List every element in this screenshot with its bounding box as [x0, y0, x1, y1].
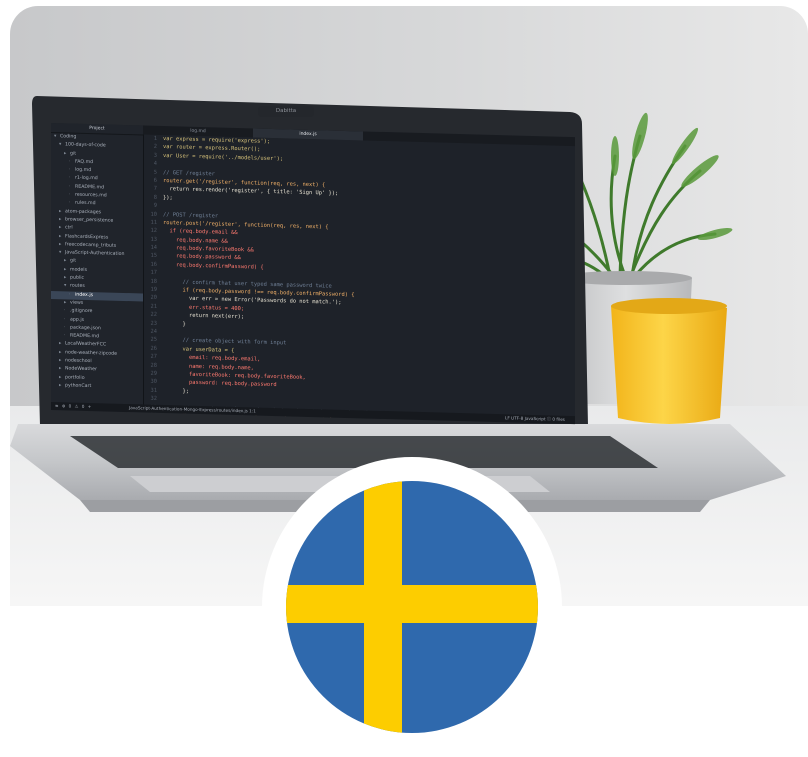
- code-text: req.body.name &&: [163, 236, 228, 245]
- code-editor: 1 var express = require('express'); 2 var r…: [143, 134, 575, 424]
- tree-label: NodeWeather: [65, 366, 97, 373]
- tree-label: log.md: [75, 167, 92, 174]
- tree-label: index.js: [75, 292, 94, 298]
- code-text: // POST /register: [163, 211, 219, 220]
- tree-label: 100-days-of-code: [65, 142, 106, 149]
- code-text: });: [163, 194, 173, 202]
- tree-label: models: [70, 267, 88, 273]
- tree-label: views: [70, 300, 84, 306]
- yellow-mug: [611, 301, 727, 424]
- tree-label: nodeschool: [65, 358, 92, 365]
- tree-label: Coding: [60, 134, 77, 140]
- tree-label: freecodecamp_tributs: [65, 242, 117, 249]
- status-right: LF UTF-8 JavaScript ⓘ 0 files: [504, 415, 565, 422]
- code-text: if (req.body.email &&: [163, 228, 238, 237]
- tree-label: FlashcardsExpress: [65, 233, 109, 241]
- tree-label: rules.md: [75, 201, 96, 207]
- code-text: }: [163, 320, 186, 328]
- tree-label: README.md: [75, 184, 105, 191]
- flag-badge: [262, 457, 562, 757]
- tree-label: pythonCart: [65, 383, 92, 389]
- tree-label: routes: [70, 283, 85, 290]
- tree-label: ctrl: [65, 225, 73, 231]
- code-text: };: [163, 387, 189, 395]
- tree-label: node-weather-zipcode: [65, 350, 118, 357]
- keyboard: [70, 436, 658, 468]
- status-icons: ≡ ⊗ 0 ⚠ 0 +: [55, 403, 93, 410]
- tree-label: portfolio: [65, 374, 85, 381]
- tree-label: LocalWeatherFCC: [65, 341, 107, 348]
- tree-label: r1-log.md: [75, 176, 98, 182]
- tree-item: ▸ pythonCart: [51, 382, 143, 393]
- tree-label: .gitignore: [70, 308, 93, 315]
- tree-label: JavaScript-Authentication: [65, 250, 125, 258]
- code-text: // GET /register: [163, 169, 215, 177]
- tree-label: git: [70, 151, 77, 157]
- tree-label: atom-packages: [65, 209, 102, 216]
- code-text: return next(err);: [163, 312, 245, 321]
- tree-label: README.md: [70, 333, 100, 340]
- laptop-screen: Project ▾ Coding ▾ 100-days-of-code ▸ git · FAQ…: [51, 123, 575, 425]
- tree-label: resources.md: [75, 192, 107, 199]
- sweden-flag-icon: [286, 481, 538, 733]
- laptop-bezel-label: Dabitta: [258, 106, 314, 117]
- tree-label: git: [70, 258, 77, 265]
- tree-label: FAQ.md: [75, 159, 94, 166]
- code-text: req.body.confirmPassword) {: [163, 261, 264, 271]
- tree-label: public: [70, 275, 85, 281]
- tree-label: app.js: [70, 317, 85, 323]
- tree-label: package.json: [70, 325, 101, 332]
- editor-file-tree: Project ▾ Coding ▾ 100-days-of-code ▸ git · FAQ…: [51, 123, 144, 405]
- tree-label: browser_persistence: [65, 217, 114, 224]
